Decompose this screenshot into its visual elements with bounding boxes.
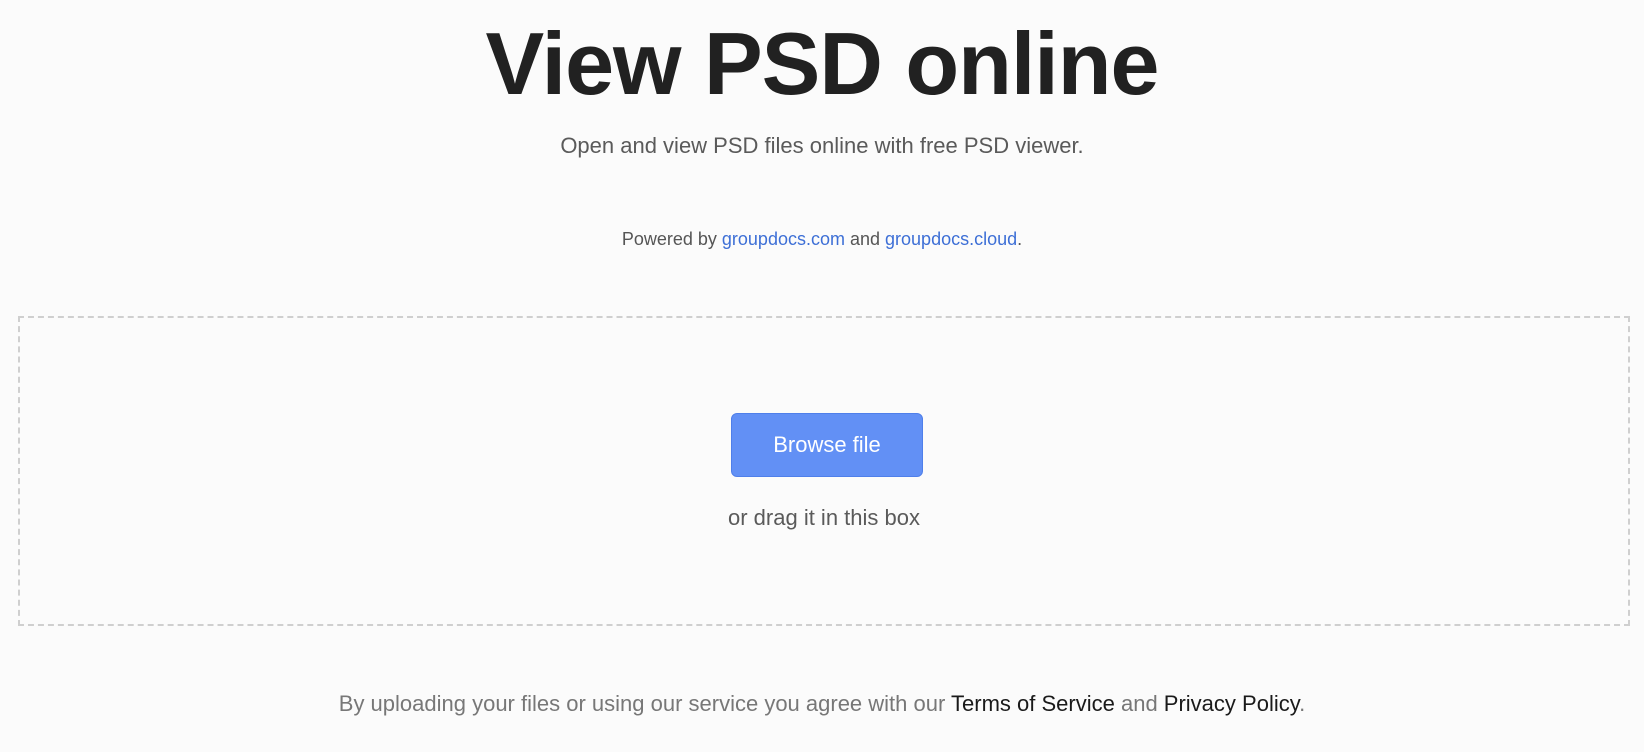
powered-by-text: Powered by groupdocs.com and groupdocs.c… bbox=[0, 227, 1644, 251]
terms-of-service-link[interactable]: Terms of Service bbox=[951, 691, 1115, 716]
legal-notice: By uploading your files or using our ser… bbox=[0, 690, 1644, 718]
legal-prefix: By uploading your files or using our ser… bbox=[338, 691, 952, 716]
groupdocs-cloud-link[interactable]: groupdocs.cloud bbox=[885, 229, 1017, 249]
legal-connector: and bbox=[1114, 691, 1164, 716]
drag-hint-text: or drag it in this box bbox=[728, 505, 920, 530]
page-title: View PSD online bbox=[485, 14, 1160, 113]
browse-file-button[interactable]: Browse file bbox=[731, 413, 923, 477]
powered-by-prefix: Powered by bbox=[621, 229, 722, 249]
legal-suffix: . bbox=[1299, 691, 1306, 716]
privacy-policy-link[interactable]: Privacy Policy bbox=[1164, 691, 1299, 716]
file-drop-zone[interactable]: Browse file or drag it in this box bbox=[18, 316, 1630, 626]
page-subtitle: Open and view PSD files online with free… bbox=[560, 133, 1084, 158]
powered-by-connector: and bbox=[844, 229, 886, 249]
groupdocs-com-link[interactable]: groupdocs.com bbox=[722, 229, 845, 249]
powered-by-suffix: . bbox=[1017, 229, 1023, 249]
